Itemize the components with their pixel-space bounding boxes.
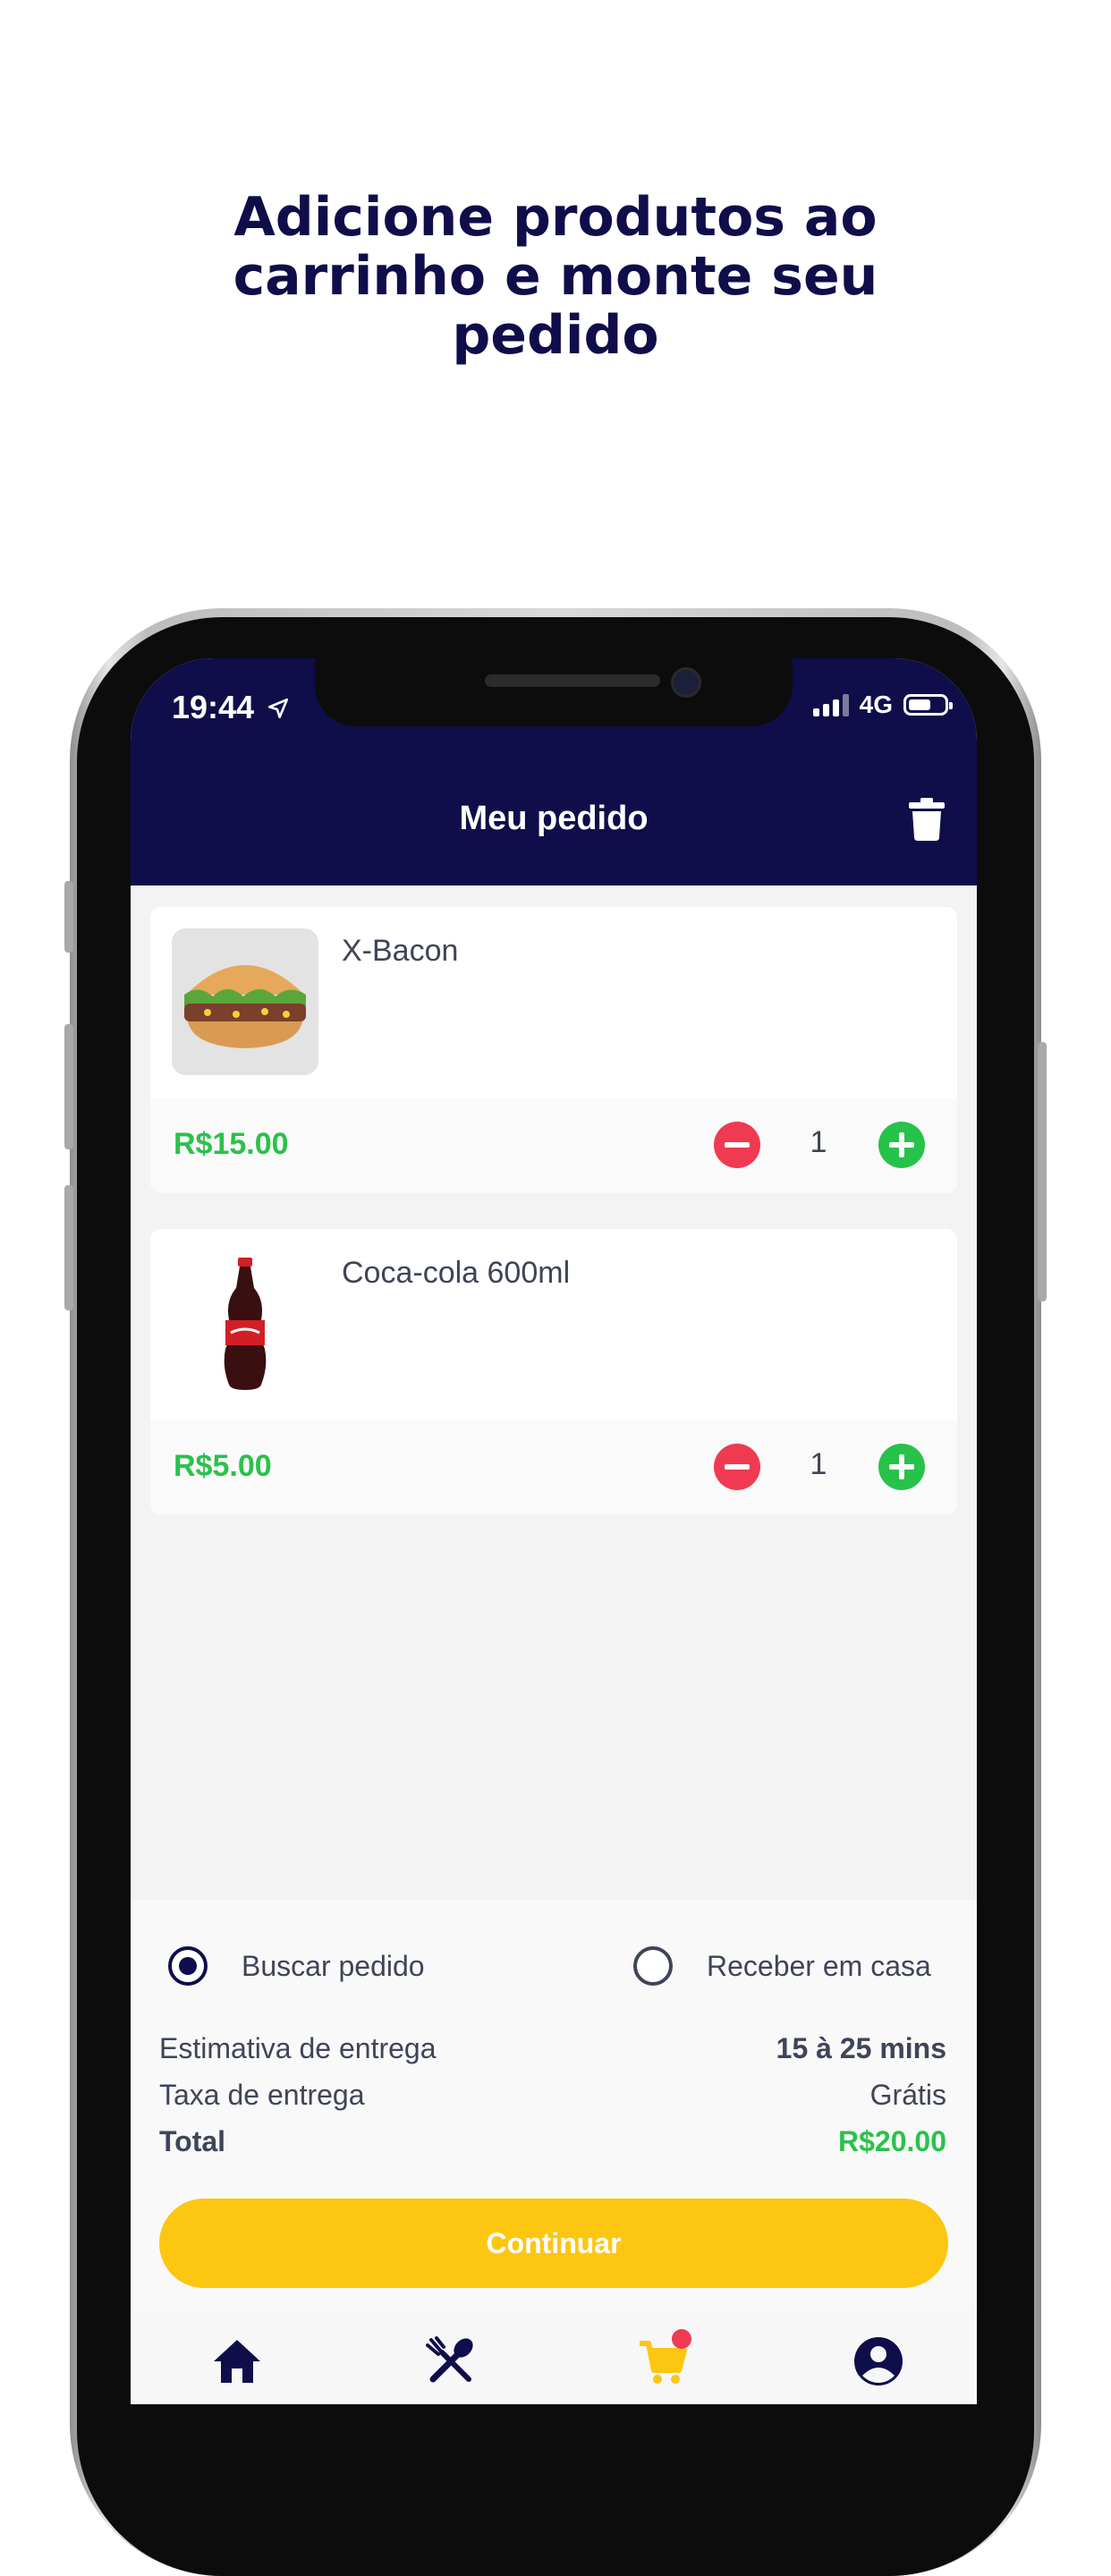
home-delivery-radio[interactable] (633, 1946, 673, 1986)
delivery-estimate-value: 15 à 25 mins (776, 2032, 946, 2064)
cart-item: X-Bacon R$15.00 1 (150, 907, 957, 1193)
item-quantity: 1 (810, 1125, 827, 1159)
decrease-quantity-button[interactable] (714, 1444, 760, 1490)
user-profile-icon[interactable] (852, 2334, 905, 2388)
item-price: R$15.00 (174, 1127, 289, 1161)
trash-icon[interactable] (909, 798, 945, 841)
pickup-option[interactable]: Buscar pedido (168, 1946, 425, 1986)
volume-up-button (64, 1024, 73, 1149)
network-type: 4G (859, 691, 893, 718)
item-name: X-Bacon (342, 934, 459, 968)
delivery-fee-value: Grátis (869, 2079, 946, 2111)
status-bar-time: 19:44 (172, 689, 290, 726)
phone-screen: 19:44 4G Meu pedido X-Bacon R$15.00 1 Co… (131, 658, 977, 2404)
total-value: R$20.00 (838, 2125, 946, 2157)
location-arrow-icon (268, 698, 289, 719)
coca-cola-bottle-image (172, 1250, 318, 1397)
cart-badge (672, 2329, 691, 2349)
delivery-estimate-label: Estimativa de entrega (159, 2032, 437, 2064)
home-delivery-label: Receber em casa (707, 1949, 931, 1982)
delivery-fee-label: Taxa de entrega (159, 2079, 365, 2111)
item-price: R$5.00 (174, 1449, 272, 1483)
marketing-headline: Adicione produtos ao carrinho e monte se… (0, 188, 1111, 365)
pickup-label: Buscar pedido (242, 1949, 425, 1982)
battery-icon (903, 694, 953, 716)
app-header: 19:44 4G Meu pedido (131, 658, 977, 886)
page-title: Meu pedido (459, 800, 649, 837)
item-name: Coca-cola 600ml (342, 1256, 571, 1290)
order-summary: Buscar pedido Receber em casa Estimativa… (131, 1900, 977, 2320)
total-row: Total R$20.00 (159, 2125, 946, 2158)
tab-bar (131, 2311, 977, 2404)
home-icon[interactable] (210, 2334, 264, 2388)
x-bacon-image (172, 928, 318, 1075)
delivery-estimate-row: Estimativa de entrega 15 à 25 mins (159, 2032, 946, 2065)
front-camera (671, 667, 701, 698)
headline-line-1: Adicione produtos ao (233, 186, 878, 249)
cart-item: Coca-cola 600ml R$5.00 1 (150, 1229, 957, 1515)
item-quantity: 1 (810, 1447, 827, 1481)
power-button (1038, 1042, 1047, 1301)
phone-notch (315, 658, 793, 726)
mute-switch (64, 881, 73, 953)
tab-cart[interactable] (636, 2329, 691, 2388)
status-bar-indicators: 4G (812, 691, 953, 719)
home-delivery-option[interactable]: Receber em casa (633, 1946, 931, 1986)
headline-line-3: pedido (452, 304, 659, 367)
pickup-radio[interactable] (168, 1946, 208, 1986)
volume-down-button (64, 1185, 73, 1310)
increase-quantity-button[interactable] (878, 1122, 925, 1168)
continue-button[interactable]: Continuar (159, 2199, 948, 2288)
signal-icon (812, 693, 849, 716)
delivery-fee-row: Taxa de entrega Grátis (159, 2079, 946, 2112)
decrease-quantity-button[interactable] (714, 1122, 760, 1168)
headline-line-2: carrinho e monte seu (233, 245, 878, 308)
increase-quantity-button[interactable] (878, 1444, 925, 1490)
total-label: Total (159, 2125, 226, 2157)
utensils-icon[interactable] (424, 2334, 478, 2388)
speaker-grille (485, 674, 660, 687)
